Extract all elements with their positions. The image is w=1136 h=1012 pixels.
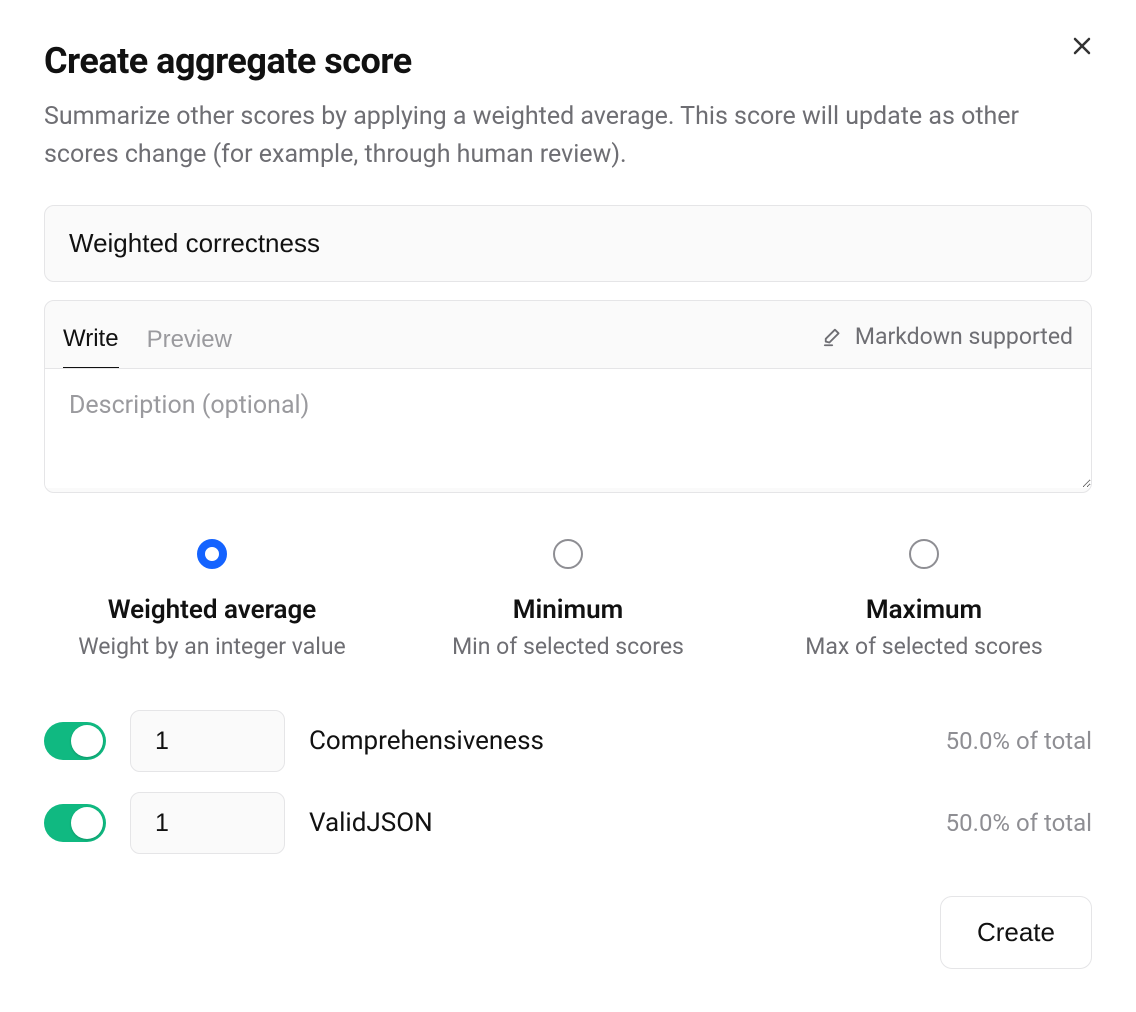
toggle-comprehensiveness[interactable] [44,722,106,760]
create-button[interactable]: Create [940,896,1092,969]
radio-weighted-average[interactable]: Weighted average Weight by an integer va… [44,539,380,660]
description-input[interactable] [45,368,1091,488]
radio-maximum[interactable]: Maximum Max of selected scores [756,539,1092,660]
radio-icon [197,539,227,569]
radio-icon [909,539,939,569]
radio-title: Minimum [400,595,736,625]
close-button[interactable] [1066,30,1098,65]
close-icon [1070,34,1094,58]
radio-subtitle: Weight by an integer value [44,633,380,660]
radio-minimum[interactable]: Minimum Min of selected scores [400,539,736,660]
tab-write[interactable]: Write [63,315,119,369]
dialog-subtitle: Summarize other scores by applying a wei… [44,98,1064,173]
radio-title: Weighted average [44,595,380,625]
markdown-hint: Markdown supported [823,323,1073,360]
tab-preview[interactable]: Preview [147,316,232,368]
aggregation-options: Weighted average Weight by an integer va… [44,539,1092,660]
weight-input-comprehensiveness[interactable] [130,710,285,772]
weight-input-validjson[interactable] [130,792,285,854]
radio-title: Maximum [756,595,1092,625]
score-row: Comprehensiveness 50.0% of total [44,710,1092,772]
dialog-footer: Create [44,896,1092,969]
score-label: Comprehensiveness [309,726,922,756]
toggle-validjson[interactable] [44,804,106,842]
description-tabs: Write Preview Markdown supported [45,301,1091,368]
toggle-knob [71,725,103,757]
description-container: Write Preview Markdown supported [44,300,1092,493]
toggle-knob [71,807,103,839]
highlighter-icon [823,326,845,348]
score-percent: 50.0% of total [946,809,1092,837]
score-row: ValidJSON 50.0% of total [44,792,1092,854]
radio-subtitle: Min of selected scores [400,633,736,660]
radio-subtitle: Max of selected scores [756,633,1092,660]
score-name-input[interactable] [44,205,1092,282]
dialog-title: Create aggregate score [44,40,1092,82]
score-label: ValidJSON [309,808,922,838]
score-percent: 50.0% of total [946,727,1092,755]
radio-icon [553,539,583,569]
